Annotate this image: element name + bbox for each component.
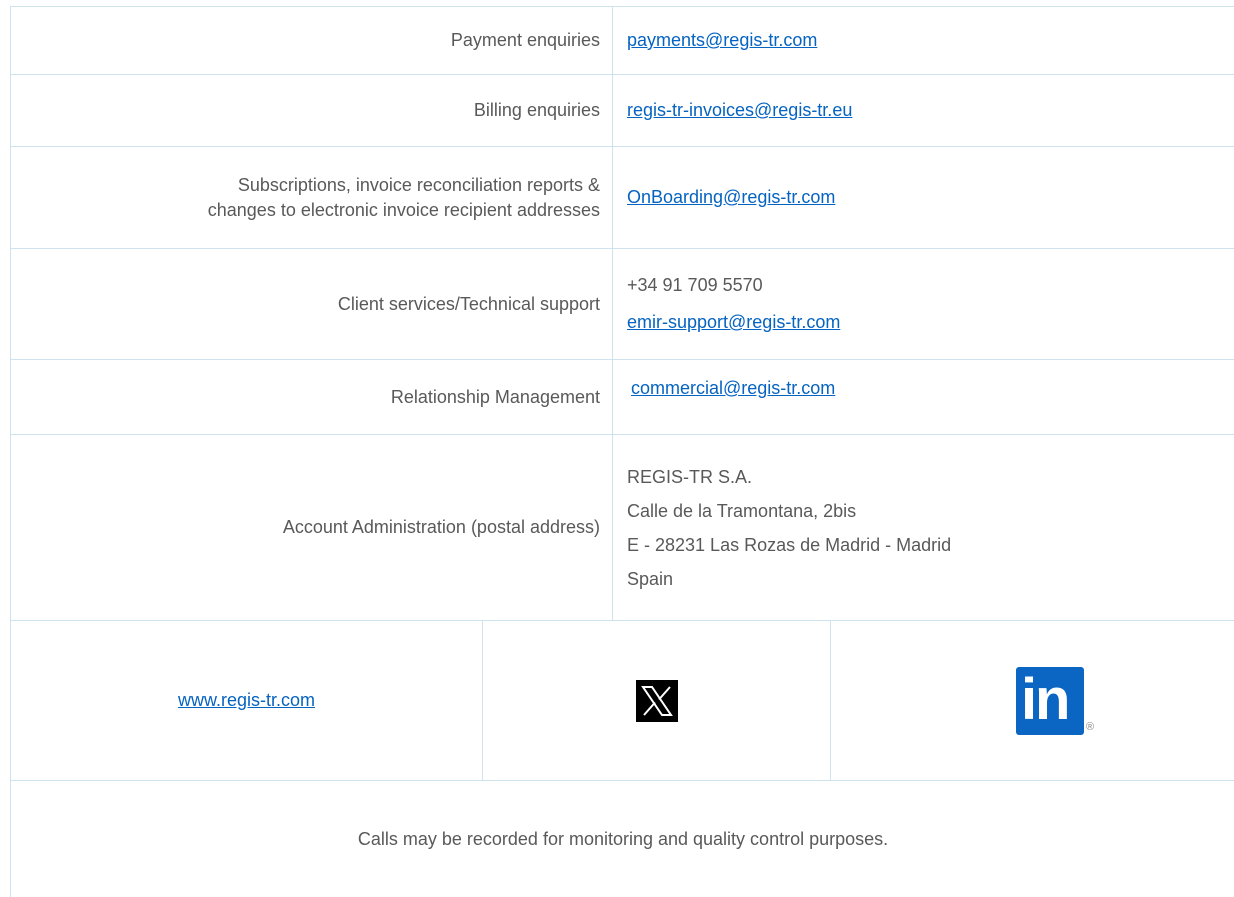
- postal-line-city: E - 28231 Las Rozas de Madrid - Madrid: [627, 534, 952, 555]
- social-row: www.regis-tr.com in ®: [11, 621, 1234, 781]
- footer-row: Calls may be recorded for monitoring and…: [11, 781, 1234, 897]
- contact-row-subscriptions: Subscriptions, invoice reconciliation re…: [11, 147, 1234, 249]
- billing-enquiries-label: Billing enquiries: [473, 100, 600, 120]
- contact-row-billing: Billing enquiries regis-tr-invoices@regi…: [11, 75, 1234, 147]
- contact-label: Account Administration (postal address): [11, 435, 613, 620]
- relationship-management-label: Relationship Management: [390, 386, 600, 407]
- client-services-label: Client services/Technical support: [337, 293, 600, 314]
- contact-value: regis-tr-invoices@regis-tr.eu: [613, 75, 1234, 146]
- x-cell: [483, 621, 831, 780]
- linkedin-cell: in ®: [831, 621, 1234, 780]
- payment-enquiries-label: Payment enquiries: [450, 30, 600, 50]
- linkedin-logo-icon: in: [1015, 666, 1084, 735]
- postal-address: REGIS-TR S.A. Calle de la Tramontana, 2b…: [613, 435, 1234, 620]
- contact-label: Subscriptions, invoice reconciliation re…: [11, 147, 613, 248]
- contact-value: OnBoarding@regis-tr.com: [613, 147, 1234, 248]
- payments-email-link[interactable]: payments@regis-tr.com: [627, 30, 817, 50]
- onboarding-email-link[interactable]: OnBoarding@regis-tr.com: [627, 187, 835, 207]
- contact-value: +34 91 709 5570 emir-support@regis-tr.co…: [613, 249, 1234, 359]
- contact-row-relationship: Relationship Management commercial@regis…: [11, 360, 1234, 435]
- contact-value: payments@regis-tr.com: [613, 7, 1234, 74]
- contact-label: Relationship Management: [11, 360, 613, 434]
- website-cell: www.regis-tr.com: [11, 621, 483, 780]
- postal-line-company: REGIS-TR S.A.: [627, 466, 753, 487]
- contact-row-client-services: Client services/Technical support +34 91…: [11, 249, 1234, 360]
- x-glyph-icon: [640, 685, 673, 716]
- contact-row-postal: Account Administration (postal address) …: [11, 435, 1234, 621]
- postal-line-street: Calle de la Tramontana, 2bis: [627, 500, 857, 521]
- calls-recorded-note: Calls may be recorded for monitoring and…: [357, 828, 889, 849]
- contact-label: Billing enquiries: [11, 75, 613, 146]
- contact-label: Payment enquiries: [11, 7, 613, 74]
- x-logo-icon[interactable]: [635, 679, 678, 722]
- commercial-email-link[interactable]: commercial@regis-tr.com: [631, 378, 835, 398]
- website-link[interactable]: www.regis-tr.com: [178, 690, 315, 711]
- postal-address-label: Account Administration (postal address): [282, 517, 600, 537]
- contact-table: Payment enquiries payments@regis-tr.com …: [10, 6, 1234, 897]
- linkedin-text: in: [1020, 666, 1071, 732]
- invoices-email-link[interactable]: regis-tr-invoices@regis-tr.eu: [627, 100, 852, 120]
- support-email-link[interactable]: emir-support@regis-tr.com: [627, 312, 840, 332]
- subscriptions-label-line2: changes to electronic invoice recipient …: [207, 199, 600, 220]
- postal-line-country: Spain: [627, 568, 674, 589]
- support-phone: +34 91 709 5570: [627, 275, 763, 295]
- contact-label: Client services/Technical support: [11, 249, 613, 359]
- contact-row-payment: Payment enquiries payments@regis-tr.com: [11, 7, 1234, 75]
- subscriptions-label-line1: Subscriptions, invoice reconciliation re…: [237, 174, 600, 195]
- contact-value: commercial@regis-tr.com: [613, 360, 1234, 434]
- linkedin-logo[interactable]: in ®: [1015, 666, 1095, 735]
- registered-mark: ®: [1085, 720, 1095, 733]
